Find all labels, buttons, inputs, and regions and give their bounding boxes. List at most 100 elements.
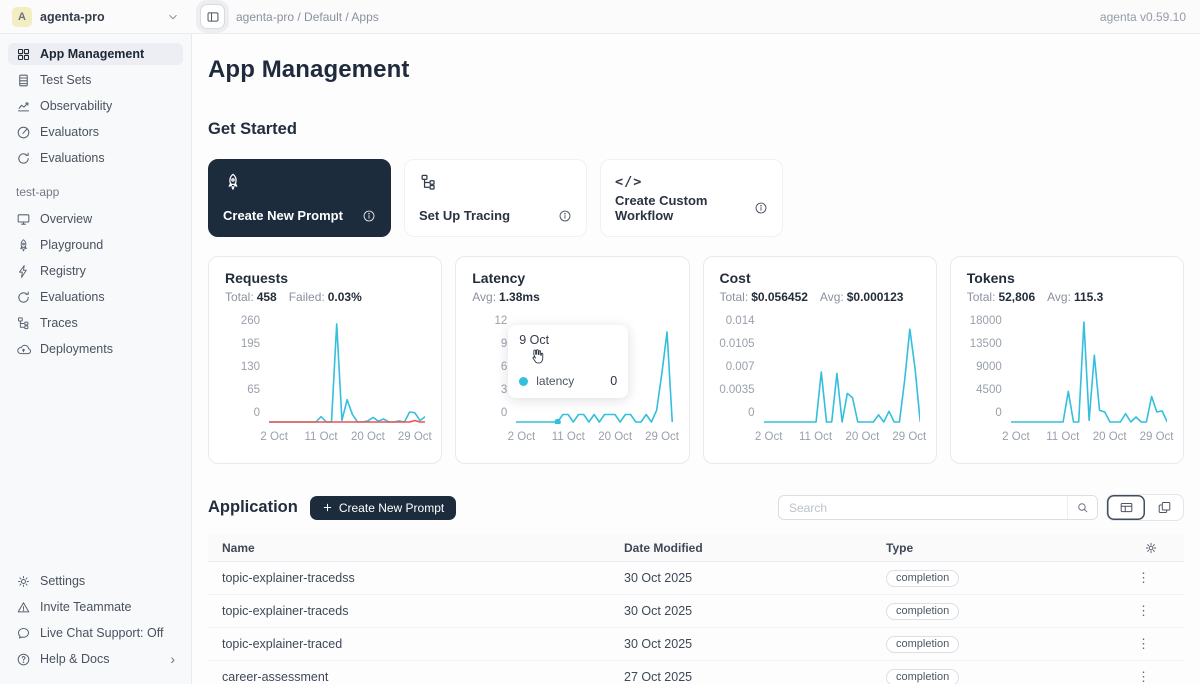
column-settings-icon[interactable]: [1090, 541, 1184, 555]
workspace-switcher[interactable]: A agenta-pro: [0, 7, 192, 27]
sidebar-item-evaluators[interactable]: Evaluators: [8, 121, 183, 143]
sidebar-item-label: Observability: [40, 99, 112, 113]
app-date: 30 Oct 2025: [610, 637, 872, 651]
card-label: Create Custom Workflow: [615, 193, 754, 223]
chart-title: Requests: [225, 270, 425, 286]
search-box: [778, 495, 1098, 520]
applications-table: Name Date Modified Type topic-explainer-…: [208, 534, 1184, 684]
line-chart: [764, 320, 920, 424]
tooltip-value: 0: [610, 374, 617, 388]
search-input[interactable]: [779, 501, 1067, 515]
row-menu-icon[interactable]: ⋮: [1133, 669, 1154, 684]
app-date: 30 Oct 2025: [610, 604, 872, 618]
sidebar-item-evaluations[interactable]: Evaluations: [8, 147, 183, 169]
table-header: Name Date Modified Type: [208, 534, 1184, 562]
column-header-name: Name: [208, 541, 610, 555]
view-toggle: [1106, 494, 1184, 521]
monitor-icon: [16, 212, 31, 227]
sidebar-item-traces[interactable]: Traces: [8, 312, 183, 334]
sidebar-item-label: App Management: [40, 47, 144, 61]
y-axis-ticks: 0.0140.01050.0070.00350: [720, 315, 764, 419]
tooltip-series-row: latency 0: [519, 374, 617, 388]
line-chart: [1011, 320, 1167, 424]
app-date: 30 Oct 2025: [610, 571, 872, 585]
sidebar-item-overview[interactable]: Overview: [8, 208, 183, 230]
app-name: topic-explainer-traced: [208, 637, 610, 651]
table-row[interactable]: topic-explainer-traceds 30 Oct 2025 comp…: [208, 595, 1184, 628]
app-name: topic-explainer-traceds: [208, 604, 610, 618]
row-menu-icon[interactable]: ⋮: [1133, 636, 1154, 652]
sidebar-item-label: Invite Teammate: [40, 600, 131, 614]
tooltip-series-label: latency: [536, 374, 574, 388]
cost-chart-card: Cost Total:$0.056452 Avg:$0.000123 0.014…: [703, 256, 937, 464]
sidebar-item-invite-teammate[interactable]: Invite Teammate: [8, 596, 183, 618]
card-view-button[interactable]: [1145, 495, 1183, 520]
sidebar-item-test-sets[interactable]: Test Sets: [8, 69, 183, 91]
refresh-icon: [16, 290, 31, 305]
create-custom-workflow-card[interactable]: </> Create Custom Workflow: [600, 159, 783, 237]
refresh-icon: [16, 151, 31, 166]
y-axis-ticks: 260195130650: [225, 315, 269, 419]
info-icon[interactable]: [754, 201, 768, 215]
sidebar-item-settings[interactable]: Settings: [8, 570, 183, 592]
tree-icon: [16, 316, 31, 331]
requests-chart-card: Requests Total:458 Failed:0.03% 26019513…: [208, 256, 442, 464]
sidebar-toggle-button[interactable]: [200, 4, 225, 29]
table-row[interactable]: career-assessment 27 Oct 2025 completion…: [208, 661, 1184, 684]
search-icon[interactable]: [1067, 496, 1097, 519]
sidebar-item-evaluations-app[interactable]: Evaluations: [8, 286, 183, 308]
main-content: App Management Get Started Create New Pr…: [192, 34, 1200, 684]
chart-title: Cost: [720, 270, 920, 286]
info-icon[interactable]: [558, 209, 572, 223]
sidebar-item-label: Evaluators: [40, 125, 99, 139]
chart-tooltip: 9 Oct latency 0: [508, 325, 628, 398]
rocket-icon: [16, 238, 31, 253]
column-header-date: Date Modified: [610, 541, 872, 555]
sidebar-item-observability[interactable]: Observability: [8, 95, 183, 117]
sidebar-item-registry[interactable]: Registry: [8, 260, 183, 282]
table-row[interactable]: topic-explainer-tracedss 30 Oct 2025 com…: [208, 562, 1184, 595]
type-badge: completion: [886, 636, 959, 653]
row-menu-icon[interactable]: ⋮: [1133, 570, 1154, 586]
chart-line-icon: [16, 99, 31, 114]
sidebar-item-label: Live Chat Support: Off: [40, 626, 163, 640]
workspace-avatar: A: [12, 7, 32, 27]
set-up-tracing-card[interactable]: Set Up Tracing: [404, 159, 587, 237]
triangle-alert-icon: [16, 600, 31, 615]
top-bar: A agenta-pro agenta-pro / Default / Apps…: [0, 0, 1200, 34]
get-started-cards: Create New Prompt Set Up Tracing </> Cre…: [208, 159, 1184, 237]
sidebar-item-label: Test Sets: [40, 73, 91, 87]
breadcrumb[interactable]: agenta-pro / Default / Apps: [236, 10, 379, 24]
card-label: Create New Prompt: [223, 208, 343, 223]
tokens-chart: 1800013500900045000 2 Oct11 Oct20 Oct29 …: [967, 320, 1167, 444]
sidebar-item-live-chat-support[interactable]: Live Chat Support: Off: [8, 622, 183, 644]
sidebar-item-help-docs[interactable]: Help & Docs ›: [8, 648, 183, 670]
create-new-prompt-button[interactable]: Create New Prompt: [310, 496, 456, 520]
grid-icon: [16, 47, 31, 62]
sidebar-item-deployments[interactable]: Deployments: [8, 338, 183, 360]
table-view-button[interactable]: [1107, 495, 1145, 520]
create-new-prompt-card[interactable]: Create New Prompt: [208, 159, 391, 237]
type-badge: completion: [886, 570, 959, 587]
sidebar-item-label: Help & Docs: [40, 652, 109, 666]
sidebar-item-playground[interactable]: Playground: [8, 234, 183, 256]
sidebar-item-label: Settings: [40, 574, 85, 588]
table-row[interactable]: topic-explainer-traced 30 Oct 2025 compl…: [208, 628, 1184, 661]
page-title: App Management: [208, 56, 1184, 84]
tooltip-date: 9 Oct: [519, 333, 617, 347]
x-axis-ticks: 2 Oct11 Oct20 Oct29 Oct: [764, 431, 920, 444]
sidebar-item-label: Evaluations: [40, 151, 105, 165]
question-circle-icon: [16, 652, 31, 667]
sidebar-item-label: Evaluations: [40, 290, 105, 304]
info-icon[interactable]: [362, 209, 376, 223]
chart-title: Latency: [472, 270, 672, 286]
chart-title: Tokens: [967, 270, 1167, 286]
row-menu-icon[interactable]: ⋮: [1133, 603, 1154, 619]
type-badge: completion: [886, 603, 959, 620]
requests-chart: 260195130650 2 Oct11 Oct20 Oct29 Oct: [225, 320, 425, 444]
application-header: Application Create New Prompt: [208, 494, 1184, 521]
sidebar-item-app-management[interactable]: App Management: [8, 43, 183, 65]
sidebar-footer: Settings Invite Teammate Live Chat Suppo…: [8, 570, 183, 674]
tree-icon: [419, 172, 572, 192]
x-axis-ticks: 2 Oct11 Oct20 Oct29 Oct: [516, 431, 672, 444]
